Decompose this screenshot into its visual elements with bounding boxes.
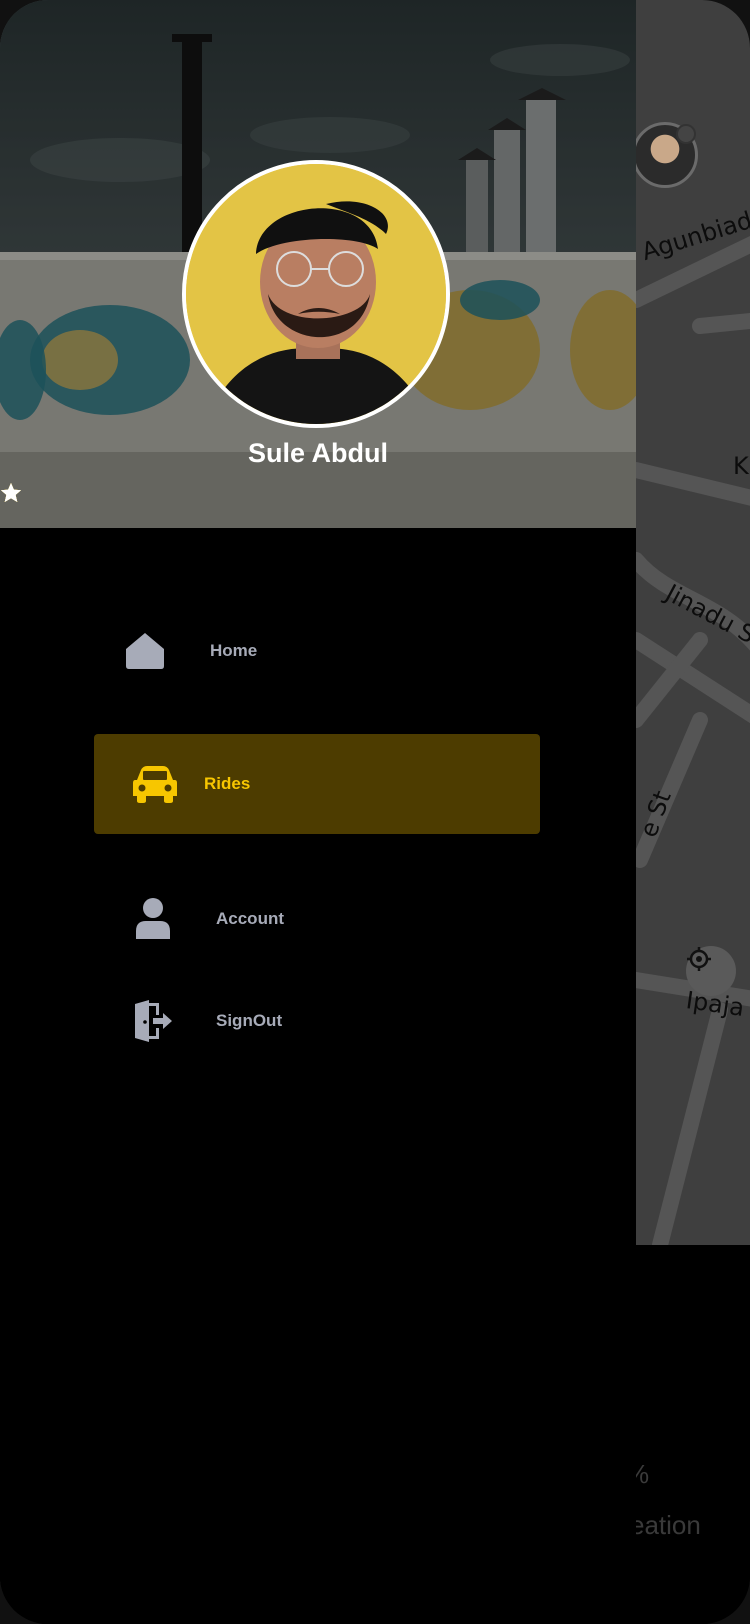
- menu-label-signout: SignOut: [216, 1011, 283, 1030]
- menu-item-rides[interactable]: Rides: [94, 734, 540, 834]
- menu-item-home[interactable]: Home: [120, 626, 257, 676]
- profile-name: Sule Abdul: [248, 438, 388, 468]
- sheet-text-fragment: eation: [630, 1510, 701, 1540]
- menu-label-account: Account: [216, 909, 284, 928]
- menu-item-signout[interactable]: SignOut: [130, 996, 282, 1046]
- locate-me-button[interactable]: [686, 946, 736, 996]
- app-screen: Agunbiad K Jinadu S e St Ipaja % eation: [0, 0, 750, 1624]
- street-label: K: [733, 452, 749, 480]
- star-empty-icon: [1, 483, 21, 502]
- menu-label-home: Home: [210, 641, 258, 660]
- drawer-header: Sule Abdul: [0, 0, 636, 528]
- car-icon: [130, 764, 180, 804]
- person-portrait: [186, 164, 446, 424]
- menu-item-account[interactable]: Account: [130, 894, 284, 944]
- menu-label-rides: Rides: [204, 774, 251, 793]
- home-icon: [120, 631, 170, 671]
- profile-avatar[interactable]: [182, 160, 450, 428]
- status-dot: [676, 124, 696, 144]
- navigation-drawer: Sule Abdul Home Rides Account SignOut: [0, 0, 636, 1624]
- person-icon: [130, 897, 176, 941]
- signout-icon: [130, 1000, 176, 1042]
- crosshair-icon: [687, 947, 711, 971]
